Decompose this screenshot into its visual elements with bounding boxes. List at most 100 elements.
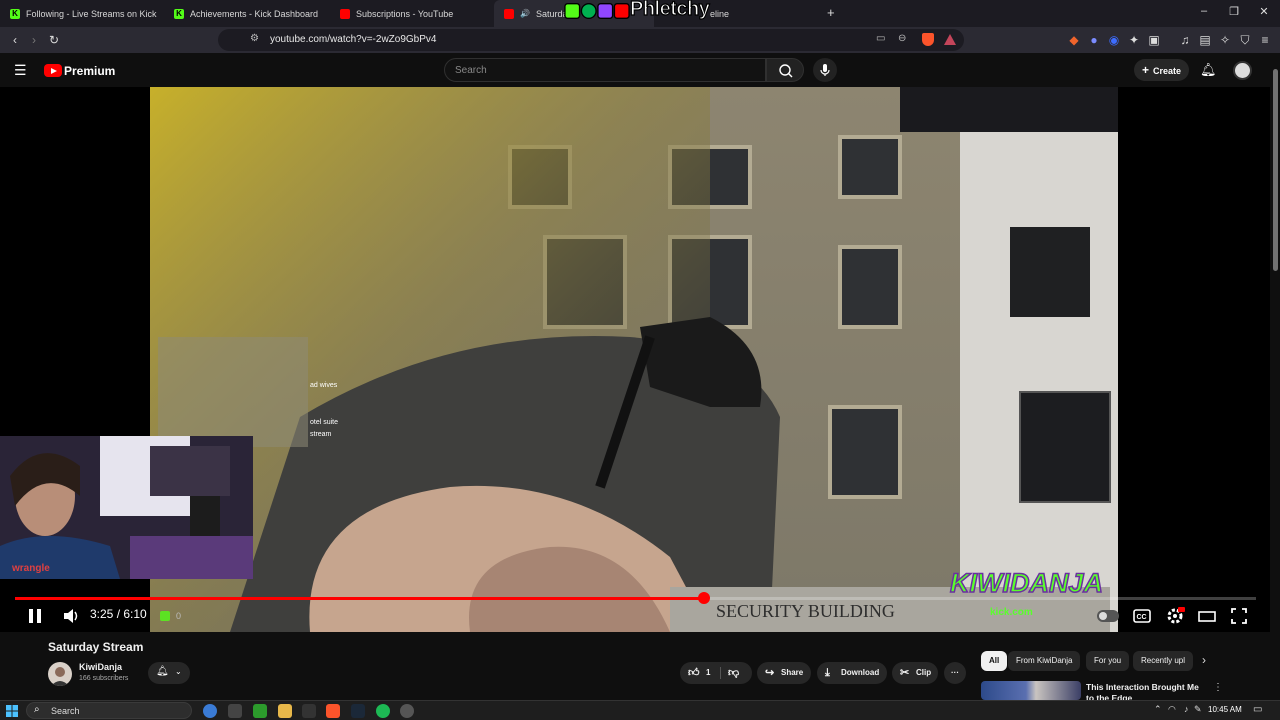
extensions-puzzle-icon[interactable]: ✦: [1126, 32, 1142, 48]
taskbar-search[interactable]: ⌕: [26, 702, 192, 719]
more-vertical-icon[interactable]: ⋮: [1213, 682, 1223, 693]
share-label: Share: [781, 668, 804, 677]
more-actions-button[interactable]: ···: [944, 662, 966, 684]
new-tab-button[interactable]: +: [827, 5, 835, 20]
youtube-premium-label[interactable]: Premium: [64, 64, 115, 78]
minimize-icon[interactable]: –: [1196, 5, 1212, 17]
sidebar-icon[interactable]: ▤: [1197, 32, 1213, 48]
back-icon[interactable]: ‹: [7, 32, 23, 48]
voice-search-button[interactable]: [813, 58, 837, 82]
chip-all[interactable]: All: [981, 651, 1008, 671]
obs-icon[interactable]: [400, 704, 414, 718]
brave-rewards-icon[interactable]: [944, 34, 956, 45]
music-icon[interactable]: ♫: [1177, 32, 1193, 48]
extension-blue-icon[interactable]: ◉: [1106, 32, 1122, 48]
tab-kick-following[interactable]: K Following - Live Streams on Kick: [0, 0, 164, 27]
notifications-bell-icon[interactable]: 🔔︎: [1200, 62, 1217, 78]
wifi-icon[interactable]: ◠: [1168, 704, 1176, 715]
browser-tab-strip: K Following - Live Streams on Kick K Ach…: [0, 0, 1280, 27]
progress-bar[interactable]: [15, 592, 1256, 604]
page-scrollbar[interactable]: [1271, 53, 1280, 700]
cast-icon[interactable]: ▭: [876, 33, 885, 44]
chevron-right-icon[interactable]: ›: [1202, 653, 1206, 667]
captions-icon[interactable]: CC: [1132, 606, 1152, 626]
like-icon[interactable]: 👍︎: [688, 662, 700, 684]
chat-fragment: ad wives: [310, 382, 338, 389]
leo-ai-icon[interactable]: ✧: [1217, 32, 1233, 48]
channel-name[interactable]: KiwiDanja: [79, 662, 122, 672]
windows-start-icon[interactable]: [6, 705, 18, 717]
copilot-icon[interactable]: [203, 704, 217, 718]
create-button[interactable]: + Create: [1134, 59, 1189, 81]
speaker-icon[interactable]: ♪: [1184, 704, 1189, 714]
channel-avatar[interactable]: [48, 662, 72, 686]
microphone-icon: [820, 64, 830, 76]
reload-icon[interactable]: ↻: [46, 32, 62, 48]
recommended-video-title[interactable]: This Interaction Brought Me to the Edge: [1086, 682, 1206, 700]
chip-for-you[interactable]: For you: [1086, 651, 1130, 671]
fullscreen-icon[interactable]: [1229, 606, 1249, 626]
notification-center-icon[interactable]: ▭: [1253, 704, 1262, 715]
vpn-shield-icon[interactable]: ⛉: [1237, 32, 1253, 48]
taskbar-search-input[interactable]: [51, 705, 171, 717]
steam-icon[interactable]: [351, 704, 365, 718]
pen-icon[interactable]: ✎: [1194, 704, 1202, 715]
site-info-icon[interactable]: ⚙: [250, 33, 259, 44]
theater-mode-icon[interactable]: [1197, 606, 1217, 626]
spotify-icon[interactable]: [376, 704, 390, 718]
widgets-icon[interactable]: [228, 704, 242, 718]
progress-scrubber-handle[interactable]: [697, 592, 710, 604]
kick-icon: K: [174, 8, 184, 19]
store-icon[interactable]: [253, 704, 267, 718]
create-label: Create: [1153, 66, 1182, 76]
tray-chevron-up-icon[interactable]: ⌃: [1154, 704, 1162, 715]
share-button[interactable]: ↪ Share: [757, 662, 811, 684]
search-icon: [779, 64, 793, 78]
close-icon[interactable]: ✕: [1256, 5, 1272, 18]
youtube-logo-icon[interactable]: [44, 64, 62, 77]
taskbar-clock[interactable]: 10:45 AM: [1208, 705, 1242, 714]
volume-icon[interactable]: [61, 606, 81, 626]
like-count[interactable]: 1: [706, 662, 710, 684]
dislike-icon[interactable]: 👎︎: [728, 662, 739, 684]
restore-icon[interactable]: ❐: [1226, 5, 1242, 18]
search-input[interactable]: [455, 63, 755, 77]
account-avatar[interactable]: [1233, 61, 1252, 80]
tab-kick-achievements[interactable]: K Achievements - Kick Dashboard: [164, 0, 330, 27]
tab-title: Following - Live Streams on Kick: [26, 8, 157, 19]
video-player[interactable]: SECURITY BUILDING ad wives otel suite st…: [0, 87, 1270, 632]
video-title: Saturday Stream: [48, 640, 144, 654]
youtube-header: ☰ Premium +Create 🔔︎: [0, 53, 1280, 87]
address-bar[interactable]: ⚙ youtube.com/watch?v=-2wZo9GbPv4 ▭ ⊖: [218, 29, 964, 51]
file-explorer-icon[interactable]: [278, 704, 292, 718]
search-box[interactable]: [444, 58, 766, 82]
zoom-icon[interactable]: ⊖: [898, 33, 906, 44]
terminal-icon[interactable]: [302, 704, 316, 718]
extension-box-icon[interactable]: ▣: [1146, 32, 1162, 48]
search-icon: ⌕: [34, 704, 40, 715]
tab-youtube-subscriptions[interactable]: Subscriptions - YouTube: [330, 0, 494, 27]
chip-from-channel[interactable]: From KiwiDanja: [1008, 651, 1081, 671]
clip-button[interactable]: ✂ Clip: [892, 662, 938, 684]
download-button[interactable]: ⤓ Download: [817, 662, 887, 684]
hamburger-menu-icon[interactable]: ☰: [14, 62, 27, 79]
scrollbar-thumb[interactable]: [1273, 69, 1278, 271]
brave-browser-icon[interactable]: [326, 704, 340, 718]
download-label: Download: [841, 668, 880, 677]
menu-icon[interactable]: ≡: [1257, 32, 1273, 48]
search-button[interactable]: [766, 58, 804, 82]
autoplay-toggle[interactable]: [1097, 610, 1119, 622]
recommended-video-thumbnail[interactable]: [981, 681, 1081, 700]
video-frame[interactable]: SECURITY BUILDING ad wives otel suite st…: [150, 87, 1118, 632]
brave-shield-icon[interactable]: [922, 33, 934, 46]
forward-icon[interactable]: ›: [26, 32, 42, 48]
extension-discord-icon[interactable]: ●: [1086, 32, 1102, 48]
browser-toolbar: ‹ › ↻ 🔖 ⚙ youtube.com/watch?v=-2wZo9GbPv…: [0, 27, 1280, 53]
extension-fox-icon[interactable]: ◆: [1066, 32, 1082, 48]
chip-recently-uploaded[interactable]: Recently upl: [1133, 651, 1193, 671]
subscription-bell-button[interactable]: 🔔︎ ⌄: [148, 662, 190, 684]
speaker-icon[interactable]: 🔊: [520, 9, 530, 18]
settings-gear-icon[interactable]: [1165, 606, 1185, 626]
overlay-brand-text: Phletchy: [629, 0, 710, 21]
pause-icon[interactable]: [25, 606, 45, 626]
